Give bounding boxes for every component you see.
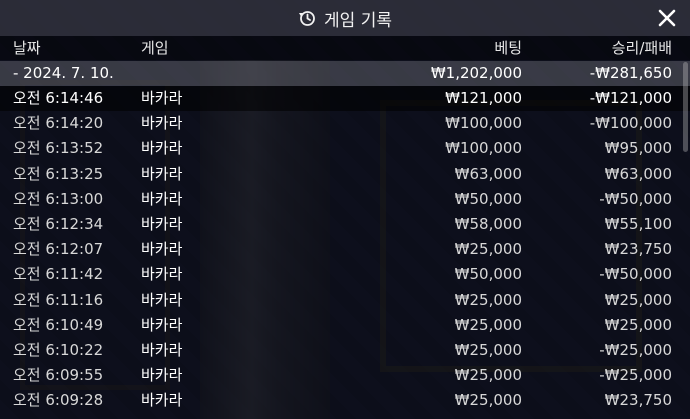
table-row[interactable]: 오전 6:11:42 바카라 ₩50,000 -₩50,000 [0, 262, 690, 287]
row-bet: ₩25,000 [454, 391, 522, 410]
close-button[interactable] [654, 5, 680, 31]
row-win-loss: -₩50,000 [599, 265, 672, 284]
row-bet: ₩58,000 [454, 214, 522, 233]
row-bet: ₩25,000 [454, 315, 522, 334]
row-time: 오전 6:11:42 [13, 265, 104, 284]
row-game: 바카라 [141, 189, 183, 208]
table-row[interactable]: 오전 6:09:28 바카라 ₩25,000 ₩23,750 [0, 388, 690, 413]
date-group-win-loss-total: -₩281,650 [589, 64, 672, 82]
row-bet: ₩25,000 [454, 290, 522, 309]
row-bet: ₩63,000 [454, 164, 522, 183]
row-time: 오전 6:13:52 [13, 139, 104, 158]
date-group-label: - 2024. 7. 10. [13, 64, 114, 82]
row-win-loss: -₩50,000 [599, 189, 672, 208]
row-time: 오전 6:09:55 [13, 366, 104, 385]
table-row[interactable]: 오전 6:12:34 바카라 ₩58,000 ₩55,100 [0, 212, 690, 237]
row-win-loss: ₩25,000 [604, 290, 672, 309]
table-row[interactable]: 오전 6:13:25 바카라 ₩63,000 ₩63,000 [0, 162, 690, 187]
history-icon [298, 9, 316, 27]
game-history-panel: 게임 기록 날짜 게임 베팅 승리/패배 - 2024. 7. 10. ₩1,2… [0, 0, 690, 419]
row-bet: ₩100,000 [445, 114, 522, 133]
row-time: 오전 6:10:49 [13, 315, 104, 334]
row-game: 바카라 [141, 114, 183, 133]
table-row[interactable]: 오전 6:10:49 바카라 ₩25,000 ₩25,000 [0, 313, 690, 338]
row-time: 오전 6:12:34 [13, 214, 104, 233]
table-row[interactable]: 오전 6:14:20 바카라 ₩100,000 -₩100,000 [0, 111, 690, 136]
row-game: 바카라 [141, 340, 183, 359]
row-game: 바카라 [141, 164, 183, 183]
row-win-loss: -₩100,000 [589, 114, 672, 133]
table-header: 날짜 게임 베팅 승리/패배 [0, 36, 690, 60]
row-win-loss: -₩25,000 [599, 366, 672, 385]
row-win-loss: -₩121,000 [589, 89, 672, 107]
row-game: 바카라 [141, 265, 183, 284]
row-time: 오전 6:13:25 [13, 164, 104, 183]
row-time: 오전 6:09:28 [13, 391, 104, 410]
table-row[interactable]: 오전 6:13:52 바카라 ₩100,000 ₩95,000 [0, 136, 690, 161]
row-bet: ₩50,000 [454, 189, 522, 208]
row-time: 오전 6:14:46 [13, 89, 104, 107]
row-game: 바카라 [141, 240, 183, 259]
row-game: 바카라 [141, 89, 183, 107]
date-group-bet-total: ₩1,202,000 [430, 64, 522, 82]
row-time: 오전 6:10:22 [13, 340, 104, 359]
row-win-loss: ₩55,100 [604, 214, 672, 233]
scrollbar[interactable] [683, 62, 688, 152]
table-row[interactable]: 오전 6:14:46 바카라 ₩121,000 -₩121,000 [0, 86, 690, 112]
table-row[interactable]: 오전 6:13:00 바카라 ₩50,000 -₩50,000 [0, 187, 690, 212]
date-group-row[interactable]: - 2024. 7. 10. ₩1,202,000 -₩281,650 [0, 61, 690, 86]
table-row[interactable]: 오전 6:10:22 바카라 ₩25,000 -₩25,000 [0, 338, 690, 363]
column-header-date: 날짜 [13, 39, 41, 57]
close-icon[interactable] [658, 9, 676, 27]
row-time: 오전 6:14:20 [13, 114, 104, 133]
table-row[interactable]: 오전 6:11:16 바카라 ₩25,000 ₩25,000 [0, 288, 690, 313]
table-row[interactable]: 오전 6:12:07 바카라 ₩25,000 ₩23,750 [0, 237, 690, 262]
row-game: 바카라 [141, 315, 183, 334]
title-group: 게임 기록 [298, 6, 392, 31]
column-header-bet: 베팅 [494, 39, 522, 57]
row-win-loss: ₩63,000 [604, 164, 672, 183]
row-win-loss: ₩25,000 [604, 315, 672, 334]
row-game: 바카라 [141, 366, 183, 385]
page-title: 게임 기록 [324, 10, 392, 31]
row-win-loss: -₩25,000 [599, 340, 672, 359]
table-row[interactable]: 오전 6:09:55 바카라 ₩25,000 -₩25,000 [0, 363, 690, 388]
row-game: 바카라 [141, 391, 183, 410]
row-bet: ₩100,000 [445, 139, 522, 158]
row-win-loss: ₩23,750 [604, 391, 672, 410]
row-time: 오전 6:13:00 [13, 189, 104, 208]
row-game: 바카라 [141, 214, 183, 233]
row-bet: ₩25,000 [454, 366, 522, 385]
row-game: 바카라 [141, 290, 183, 309]
row-game: 바카라 [141, 139, 183, 158]
row-bet: ₩25,000 [454, 240, 522, 259]
row-bet: ₩121,000 [445, 89, 522, 107]
title-bar: 게임 기록 [0, 0, 690, 36]
row-bet: ₩25,000 [454, 340, 522, 359]
row-bet: ₩50,000 [454, 265, 522, 284]
history-list: 오전 6:14:46 바카라 ₩121,000 -₩121,000 오전 6:14:20… [0, 86, 690, 413]
column-header-game: 게임 [141, 39, 169, 57]
column-header-win-loss: 승리/패배 [611, 39, 672, 57]
row-time: 오전 6:12:07 [13, 240, 104, 259]
row-win-loss: ₩95,000 [604, 139, 672, 158]
row-time: 오전 6:11:16 [13, 290, 104, 309]
row-win-loss: ₩23,750 [604, 240, 672, 259]
